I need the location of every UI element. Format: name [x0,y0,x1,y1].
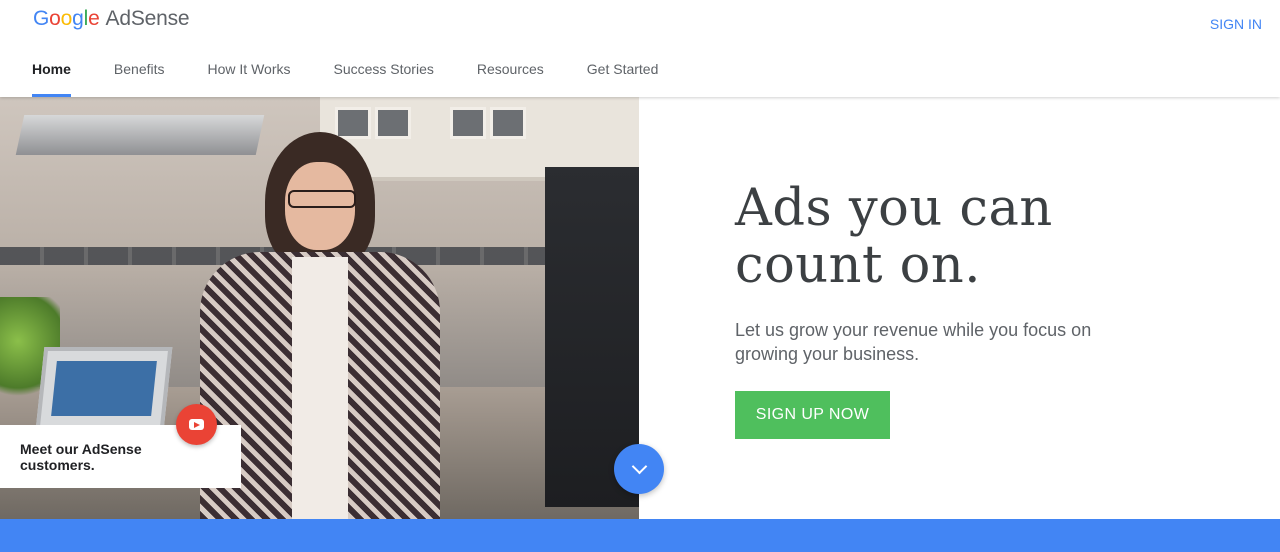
video-caption: Meet our AdSense customers. [20,441,142,473]
cabinet-window [450,107,486,139]
sign-in-link[interactable]: SIGN IN [1210,16,1262,32]
logo-letter: o [49,7,61,30]
headline-line-2: count on. [735,236,981,295]
hero-subtext: Let us grow your revenue while you focus… [735,320,1092,364]
scroll-down-button[interactable] [614,444,664,494]
nav-item-home[interactable]: Home [32,57,71,97]
headline-line-1: Ads you can [735,179,1053,238]
play-video-button[interactable] [176,404,217,445]
logo-letter: G [33,7,50,30]
youtube-play-icon [189,419,204,430]
nav-item-how-it-works[interactable]: How It Works [208,57,291,93]
nav-item-resources[interactable]: Resources [477,57,544,93]
logo-letter: g [72,7,84,30]
logo-letter: e [88,7,100,30]
person-shirt [292,257,348,519]
nav-item-get-started[interactable]: Get Started [587,57,659,93]
cabinet-window [490,107,526,139]
top-header: Google AdSense SIGN IN Home Benefits How … [0,0,1280,97]
main-nav: Home Benefits How It Works Success Stori… [32,57,701,97]
nav-item-benefits[interactable]: Benefits [114,57,165,93]
nav-item-success-stories[interactable]: Success Stories [333,57,433,93]
sign-up-now-button[interactable]: SIGN UP NOW [735,391,890,439]
laptop [35,347,173,430]
logo-product-name: AdSense [105,7,190,30]
logo-letter: o [60,7,73,30]
blue-section-band [0,519,1280,552]
google-adsense-logo[interactable]: Google AdSense [33,7,190,31]
chevron-down-icon [631,458,647,475]
person-glasses [288,190,356,208]
hero-headline: Ads you can count on. [735,180,1195,294]
laptop-screen [51,361,157,416]
